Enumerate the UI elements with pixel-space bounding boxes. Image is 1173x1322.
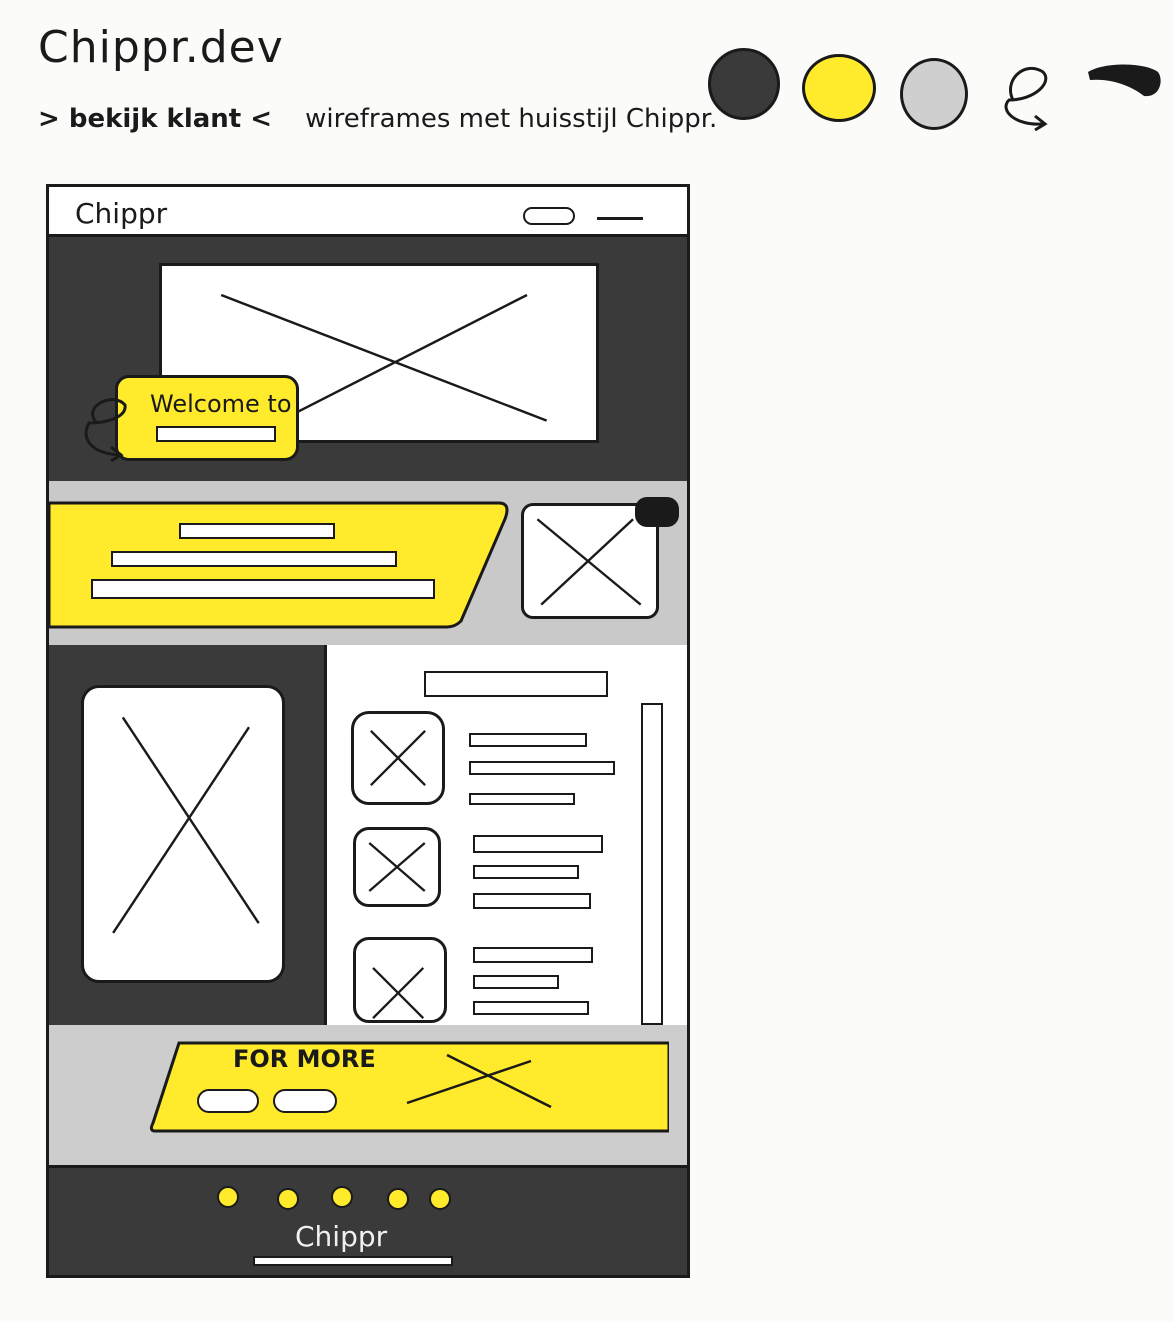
welcome-card: Welcome to [115, 375, 299, 461]
cta-button-1[interactable] [197, 1089, 259, 1113]
footer-dot-2[interactable] [277, 1188, 299, 1210]
mobile-wireframe: Chippr Welcome to FOR MORE Chippr [46, 184, 690, 1278]
wireframe-footer: Chippr [49, 1165, 687, 1275]
list-thumb-2 [353, 827, 441, 907]
feature-band [49, 481, 687, 645]
pill-icon[interactable] [523, 207, 575, 225]
list-item-3-bar-2 [473, 975, 559, 989]
list-item-2-bar-1 [473, 835, 603, 853]
cta-image-placeholder [403, 1051, 553, 1111]
welcome-text-bar [156, 426, 276, 442]
content-section [49, 645, 687, 1025]
portrait-image-placeholder [81, 685, 285, 983]
curl-pointer-icon [67, 387, 137, 467]
curl-arrow-icon [995, 60, 1065, 134]
list-item-2-bar-2 [473, 865, 579, 879]
content-divider [324, 645, 327, 1025]
nav-brand[interactable]: Chippr [75, 197, 167, 230]
footer-dot-5[interactable] [429, 1188, 451, 1210]
list-item-2-bar-3 [473, 893, 591, 909]
content-dark-panel [49, 645, 324, 1025]
list-thumb-3 [353, 937, 447, 1023]
subtitle-description: wireframes met huisstijl Chippr. [305, 104, 718, 134]
list-item-3-bar-3 [473, 1001, 589, 1015]
feature-corner-blob [635, 497, 679, 527]
list-item-3-bar-1 [473, 947, 593, 963]
feature-text-bar-1 [179, 523, 335, 539]
list-item-1-bar-2 [469, 761, 615, 775]
footer-dot-4[interactable] [387, 1188, 409, 1210]
brush-stroke-icon [1084, 58, 1164, 102]
wireframe-navbar: Chippr [49, 187, 687, 237]
page-subtitle: > bekijk klant < wireframes met huisstij… [38, 104, 717, 134]
menu-line-icon[interactable] [597, 217, 643, 220]
feature-text-bar-2 [111, 551, 397, 567]
list-thumb-1 [351, 711, 445, 805]
footer-dot-3[interactable] [331, 1186, 353, 1208]
cta-label: FOR MORE [233, 1045, 376, 1073]
content-scrollbar[interactable] [641, 703, 663, 1025]
cta-button-2[interactable] [273, 1089, 337, 1113]
footer-bar [253, 1256, 453, 1266]
hero-section: Welcome to [49, 237, 687, 481]
swatch-dark-grey [708, 48, 780, 120]
page-title: Chippr.dev [38, 22, 284, 73]
content-heading-bar [424, 671, 608, 697]
cta-band: FOR MORE [49, 1025, 687, 1165]
swatch-light-grey [900, 58, 968, 130]
footer-brand[interactable]: Chippr [295, 1220, 387, 1253]
bekijk-klant-link[interactable]: > bekijk klant < [38, 104, 272, 134]
feature-text-bar-3 [91, 579, 435, 599]
welcome-label: Welcome to [150, 390, 292, 418]
swatch-yellow [802, 54, 876, 122]
list-item-1-bar-1 [469, 733, 587, 747]
list-item-1-bar-3 [469, 793, 575, 805]
footer-dot-1[interactable] [217, 1186, 239, 1208]
